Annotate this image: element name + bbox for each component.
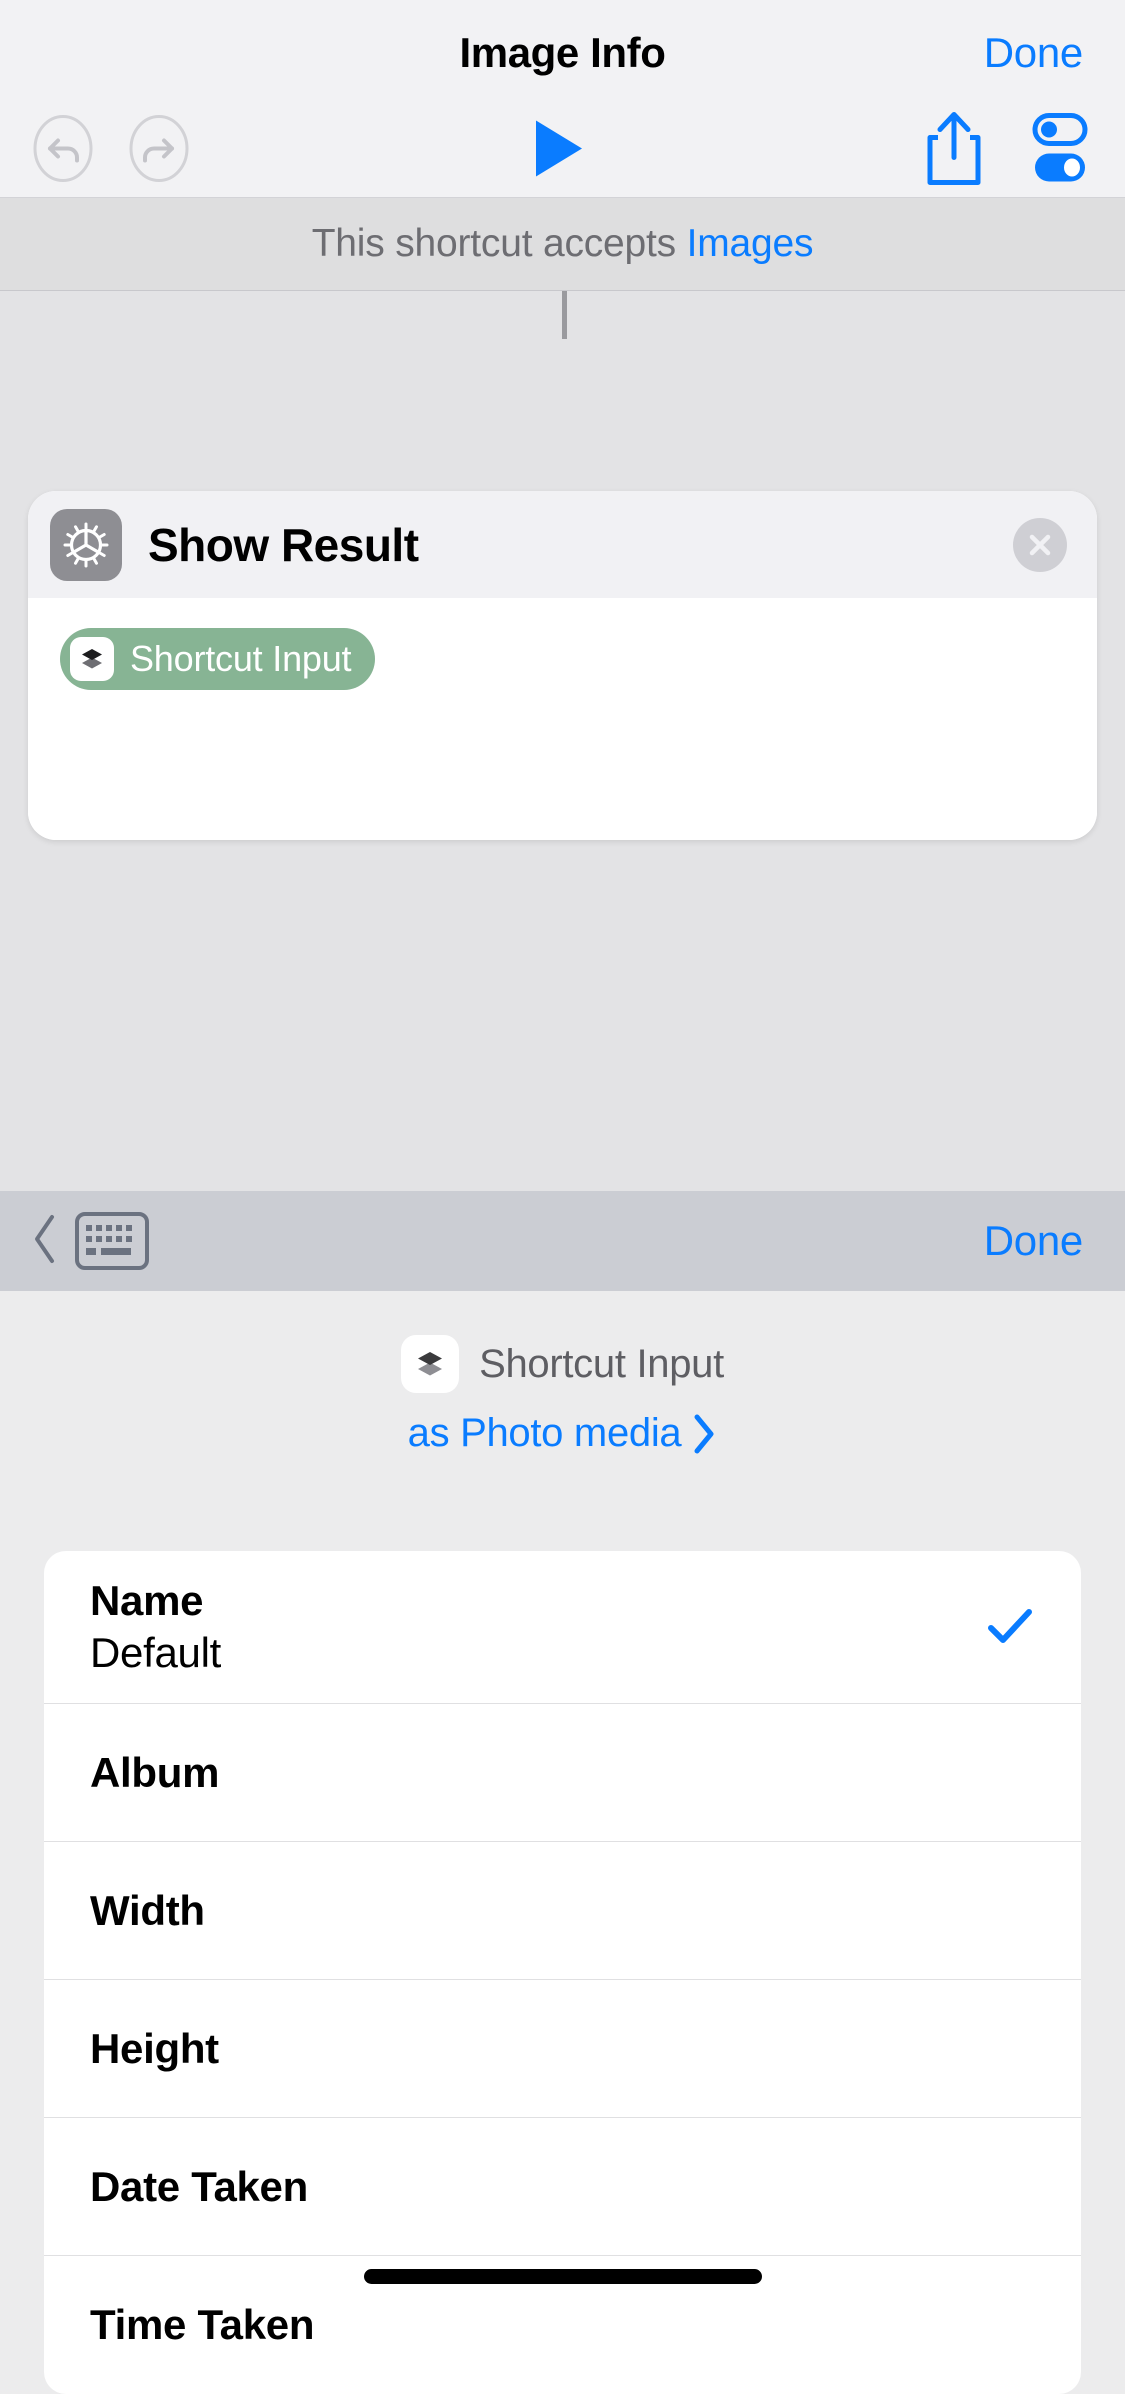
action-card-header: Show Result: [28, 491, 1097, 598]
close-icon[interactable]: [1013, 517, 1067, 572]
share-icon[interactable]: [923, 110, 985, 193]
accepts-prefix: This shortcut accepts: [311, 222, 687, 265]
option-title: Height: [90, 2024, 219, 2072]
list-item[interactable]: Album: [44, 1704, 1081, 1842]
chevron-right-icon: [691, 1412, 717, 1456]
shortcut-input-icon: [401, 1335, 460, 1393]
keyboard-accessory-bar: Done: [0, 1191, 1125, 1291]
action-card-show-result[interactable]: Show Result Shortcut Input: [28, 491, 1097, 840]
redo-icon[interactable]: [122, 112, 196, 191]
action-title: Show Result: [148, 518, 419, 571]
property-option-list: Name Default Album Width Height Date Tak…: [44, 1551, 1081, 2394]
play-icon[interactable]: [530, 118, 586, 185]
flow-connector: [562, 291, 567, 339]
settings-toggles-icon[interactable]: [1027, 112, 1093, 191]
accepts-banner: This shortcut accepts Images: [0, 198, 1125, 291]
variable-header: Shortcut Input: [0, 1291, 1125, 1393]
home-indicator: [363, 2269, 762, 2284]
option-subtitle: Default: [90, 1629, 221, 1676]
option-title: Name: [90, 1577, 204, 1624]
accepts-text: This shortcut accepts Images: [312, 222, 814, 266]
page-title: Image Info: [459, 28, 666, 76]
undo-icon[interactable]: [26, 112, 100, 191]
accepts-type-link[interactable]: Images: [687, 222, 814, 265]
editor-toolbar: [0, 105, 1125, 198]
variable-type-label: as Photo media: [407, 1411, 682, 1455]
variable-token-label: Shortcut Input: [130, 638, 352, 679]
shortcut-input-icon: [70, 637, 114, 681]
action-card-body[interactable]: Shortcut Input: [28, 598, 1097, 840]
list-item[interactable]: Date Taken: [44, 2118, 1081, 2256]
variable-detail-panel: Shortcut Input as Photo media Name Defau…: [0, 1291, 1125, 2394]
checkmark-icon: [987, 1607, 1033, 1647]
variable-type-link[interactable]: as Photo media: [0, 1411, 1125, 1456]
variable-name: Shortcut Input: [479, 1341, 724, 1386]
nav-done-button[interactable]: Done: [984, 29, 1084, 77]
back-chevron-icon[interactable]: [30, 1211, 60, 1272]
shortcut-canvas: Show Result Shortcut Input: [0, 291, 1125, 1191]
list-item[interactable]: Width: [44, 1842, 1081, 1980]
keyboard-done-button[interactable]: Done: [984, 1217, 1084, 1265]
option-title: Width: [90, 1886, 205, 1934]
option-title: Album: [90, 1748, 220, 1796]
option-title: Time Taken: [90, 2301, 315, 2348]
option-title: Date Taken: [90, 2162, 308, 2210]
variable-token-shortcut-input[interactable]: Shortcut Input: [60, 628, 376, 690]
nav-bar: Image Info Done: [0, 0, 1125, 105]
gear-icon: [50, 508, 122, 581]
keyboard-icon[interactable]: [74, 1211, 150, 1271]
list-item[interactable]: Name Default: [44, 1551, 1081, 1704]
list-item[interactable]: Height: [44, 1980, 1081, 2118]
